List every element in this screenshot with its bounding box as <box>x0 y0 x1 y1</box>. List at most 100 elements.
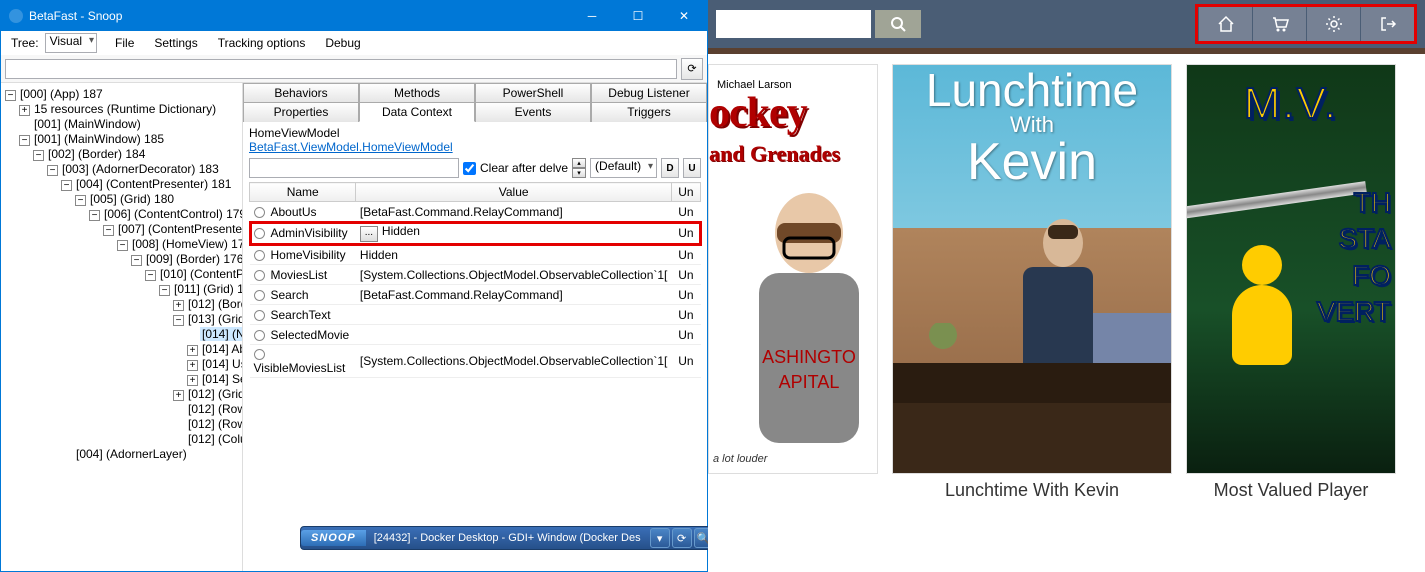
tree-toggle-icon[interactable]: − <box>117 240 128 251</box>
tree-toggle-icon[interactable]: + <box>187 345 198 356</box>
row-radio[interactable] <box>254 349 265 360</box>
tab-properties[interactable]: Properties <box>243 102 359 122</box>
tree-node-label[interactable]: [014] Username <box>200 357 243 371</box>
tree-node[interactable]: −[005] (Grid) 180−[006] (ContentControl)… <box>75 192 240 447</box>
property-row[interactable]: Search[BetaFast.Command.RelayCommand]Un <box>250 285 701 305</box>
tree-node[interactable]: +[014] Search <box>187 372 240 387</box>
tab-behaviors[interactable]: Behaviors <box>243 83 359 102</box>
row-radio[interactable] <box>254 330 265 341</box>
tree-node[interactable]: −[006] (ContentControl) 179−[007] (Conte… <box>89 207 240 447</box>
tree-node-label[interactable]: [007] (ContentPresenter) 178 <box>116 222 243 236</box>
tree-node-label[interactable]: [012] (Grid) 111 <box>186 387 243 401</box>
d-button[interactable]: D <box>661 158 679 178</box>
row-radio[interactable] <box>254 228 265 239</box>
tree-node-label[interactable]: 15 resources (Runtime Dictionary) <box>32 102 218 116</box>
tree-node-label[interactable]: [001] (MainWindow) 185 <box>32 132 166 146</box>
cart-button[interactable] <box>1252 7 1306 41</box>
tree-node[interactable]: −[001] (MainWindow) 185−[002] (Border) 1… <box>19 132 240 462</box>
tree-toggle-icon[interactable]: − <box>47 165 58 176</box>
tree-node[interactable]: −[000] (App) 187+15 resources (Runtime D… <box>5 87 240 462</box>
tree-toggle-icon[interactable]: − <box>145 270 156 281</box>
dc-filter-input[interactable] <box>249 158 459 178</box>
tree-node-label[interactable]: [001] (MainWindow) <box>32 117 143 131</box>
home-button[interactable] <box>1198 7 1252 41</box>
tree-node[interactable]: +[012] (Border) 5 <box>173 297 240 312</box>
tree-toggle-icon[interactable]: − <box>19 135 30 146</box>
movie-card[interactable]: M.V. TH STA FO VERT Most Valued Player <box>1186 64 1396 572</box>
tree-node[interactable]: [012] (RowDefinition) <box>173 402 240 417</box>
prop-value[interactable]: [BetaFast.Command.RelayCommand] <box>360 288 563 302</box>
movie-gallery[interactable]: Michael Larson ockey and Grenades ASHING… <box>708 54 1425 572</box>
tree-mode-select[interactable]: Visual <box>45 33 97 53</box>
tree-node[interactable]: −[004] (ContentPresenter) 181−[005] (Gri… <box>61 177 240 447</box>
prop-value[interactable]: [BetaFast.Command.RelayCommand] <box>360 205 563 219</box>
tree-node-label[interactable]: [004] (AdornerLayer) <box>74 447 189 461</box>
tree-node[interactable]: −[008] (HomeView) 177−[009] (Border) 176… <box>117 237 240 447</box>
tree-node-label[interactable]: [012] (RowDefinition) <box>186 402 243 416</box>
logout-button[interactable] <box>1360 7 1414 41</box>
property-row[interactable]: SelectedMovieUn <box>250 325 701 345</box>
snoop-target-combo[interactable]: [24432] - Docker Desktop - GDI+ Window (… <box>366 532 649 544</box>
tree-toggle-icon[interactable]: − <box>89 210 100 221</box>
tree-node[interactable]: +[012] (Grid) 111 <box>173 387 240 402</box>
snoopbar-icon[interactable]: ⟳ <box>672 528 692 548</box>
delve-spinner[interactable]: ▴▾ <box>572 158 586 178</box>
prop-value[interactable]: Hidden <box>360 248 398 262</box>
tree-node-label[interactable]: [012] (RowDefinition) <box>186 417 243 431</box>
property-row[interactable]: VisibleMoviesList[System.Collections.Obj… <box>250 345 701 378</box>
movie-card[interactable]: Lunchtime With Kevin Lunchtime With Kevi… <box>892 64 1172 572</box>
search-input[interactable] <box>716 10 871 38</box>
tree-node[interactable]: −[010] (ContentPresenter) 175−[011] (Gri… <box>145 267 240 447</box>
tree-toggle-icon[interactable]: − <box>33 150 44 161</box>
tab-debuglistener[interactable]: Debug Listener <box>591 83 707 102</box>
tree-toggle-icon[interactable]: − <box>159 285 170 296</box>
movie-card[interactable]: Michael Larson ockey and Grenades ASHING… <box>708 64 878 572</box>
tree-toggle-icon[interactable]: + <box>187 360 198 371</box>
tree-node[interactable]: [014] (NavigationBar) <box>187 327 240 342</box>
row-radio[interactable] <box>254 290 265 301</box>
prop-value[interactable]: [System.Collections.ObjectModel.Observab… <box>360 354 667 368</box>
property-row[interactable]: AdminVisibility...HiddenUn <box>250 222 701 245</box>
snoopbar-icon[interactable]: ▾ <box>650 528 670 548</box>
tree-node[interactable]: −[013] (Grid) 11[014] (NavigationBar)+[0… <box>173 312 240 387</box>
tree-node-label[interactable]: [012] (ColumnDefinition) <box>186 432 243 446</box>
property-row[interactable]: SearchTextUn <box>250 305 701 325</box>
tree-node-label[interactable]: [013] (Grid) 11 <box>186 312 243 326</box>
tab-triggers[interactable]: Triggers <box>591 102 707 122</box>
tree-node[interactable]: −[011] (Grid) 174+[012] (Border) 5−[013]… <box>159 282 240 447</box>
tree-node[interactable]: −[003] (AdornerDecorator) 183−[004] (Con… <box>47 162 240 462</box>
tree-node-label[interactable]: [003] (AdornerDecorator) 183 <box>60 162 221 176</box>
col-change[interactable]: Un <box>671 183 700 202</box>
dc-type-link[interactable]: BetaFast.ViewModel.HomeViewModel <box>249 140 701 154</box>
tab-events[interactable]: Events <box>475 102 591 122</box>
tree-node-label[interactable]: [004] (ContentPresenter) 181 <box>74 177 233 191</box>
settings-button[interactable] <box>1306 7 1360 41</box>
clear-after-delve-checkbox[interactable] <box>463 162 476 175</box>
tree-node-label[interactable]: [014] (NavigationBar) <box>200 327 243 341</box>
tree-node[interactable]: +[014] AboutUs <box>187 342 240 357</box>
tree-node[interactable]: +15 resources (Runtime Dictionary) <box>19 102 240 117</box>
row-radio[interactable] <box>254 250 265 261</box>
tree-node-label[interactable]: [000] (App) 187 <box>18 87 105 101</box>
tree-toggle-icon[interactable]: − <box>61 180 72 191</box>
tree-node-label[interactable]: [009] (Border) 176 <box>144 252 243 266</box>
menu-file[interactable]: File <box>105 34 144 52</box>
tab-methods[interactable]: Methods <box>359 83 475 102</box>
minimize-button[interactable]: ─ <box>569 1 615 31</box>
prop-value[interactable]: [System.Collections.ObjectModel.Observab… <box>360 268 667 282</box>
tree-node[interactable]: [012] (RowDefinition) <box>173 417 240 432</box>
tree-toggle-icon[interactable]: + <box>19 105 30 116</box>
tab-powershell[interactable]: PowerShell <box>475 83 591 102</box>
tree-toggle-icon[interactable]: − <box>131 255 142 266</box>
close-button[interactable]: ✕ <box>661 1 707 31</box>
maximize-button[interactable]: ☐ <box>615 1 661 31</box>
property-row[interactable]: HomeVisibilityHiddenUn <box>250 245 701 265</box>
property-row[interactable]: MoviesList[System.Collections.ObjectMode… <box>250 265 701 285</box>
tree-toggle-icon[interactable]: − <box>103 225 114 236</box>
tree-node[interactable]: −[009] (Border) 176−[010] (ContentPresen… <box>131 252 240 447</box>
tree-node[interactable]: −[002] (Border) 184−[003] (AdornerDecora… <box>33 147 240 462</box>
tree-toggle-icon[interactable]: + <box>173 300 184 311</box>
row-radio[interactable] <box>254 310 265 321</box>
tree-toggle-icon[interactable]: + <box>187 375 198 386</box>
prop-value[interactable]: Hidden <box>382 224 420 238</box>
